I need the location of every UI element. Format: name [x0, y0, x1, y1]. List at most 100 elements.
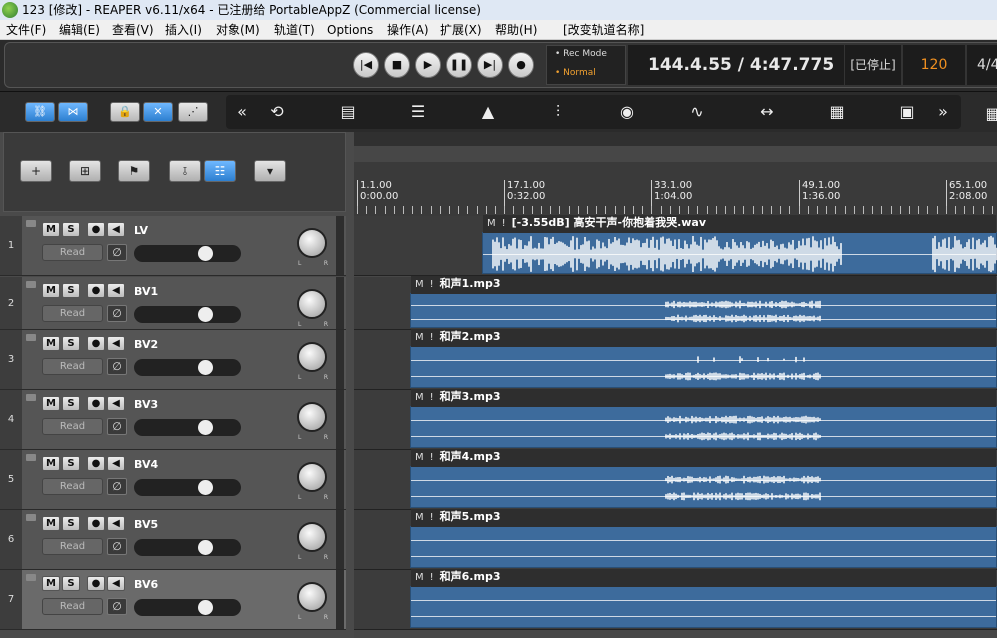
undo-history-icon[interactable]: ⟲ [264, 100, 290, 124]
automation-mode-button[interactable]: Read [42, 305, 103, 322]
record-arm-button[interactable]: ● [87, 456, 105, 471]
theme-palette-icon[interactable]: ◉ [614, 100, 640, 124]
fader-knob[interactable] [198, 360, 213, 375]
render-icon[interactable]: ▣ [894, 100, 920, 124]
track-row[interactable]: 6 M S ● ◀ BV5 Read ∅ LR [0, 510, 346, 570]
folder-icon[interactable] [26, 281, 36, 288]
menu-edit[interactable]: 编辑(E) [59, 20, 100, 40]
track-name[interactable]: BV2 [134, 338, 158, 351]
rec-mode-normal[interactable]: • Normal [555, 68, 596, 78]
monitor-button[interactable]: ◀ [107, 456, 125, 471]
monitor-button[interactable]: ◀ [107, 222, 125, 237]
grouping-icon[interactable]: ✕ [143, 102, 173, 122]
item-title[interactable]: M! 和声4.mp3 [411, 449, 996, 467]
track-number[interactable]: 4 [0, 390, 22, 449]
mute-button[interactable]: M [42, 396, 60, 411]
routing-icon[interactable]: ⫱ [169, 160, 201, 182]
media-item[interactable]: M! 和声6.mp3 [410, 569, 997, 628]
folder-icon[interactable] [26, 220, 36, 227]
menu-insert[interactable]: 插入(I) [165, 20, 202, 40]
pan-knob[interactable] [297, 462, 327, 492]
volume-fader[interactable] [134, 599, 241, 616]
folder-icon[interactable] [26, 574, 36, 581]
menu-actions[interactable]: 操作(A) [387, 20, 429, 40]
fader-knob[interactable] [198, 480, 213, 495]
folder-icon[interactable] [26, 334, 36, 341]
waveform-icon[interactable]: ∿ [684, 100, 710, 124]
track-number[interactable]: 2 [0, 277, 22, 329]
track-number[interactable]: 3 [0, 330, 22, 389]
item-mute[interactable]: M [487, 218, 496, 229]
automation-mode-button[interactable]: Read [42, 418, 103, 435]
mute-button[interactable]: M [42, 576, 60, 591]
folder-icon[interactable] [26, 454, 36, 461]
phase-invert-button[interactable]: ∅ [107, 478, 127, 495]
item-title[interactable]: M! 和声2.mp3 [411, 329, 996, 347]
automation-mode-button[interactable]: Read [42, 598, 103, 615]
media-item[interactable]: M! 和声1.mp3 [410, 276, 997, 328]
automation-mode-button[interactable]: Read [42, 244, 103, 261]
folder-icon[interactable] [26, 514, 36, 521]
volume-fader[interactable] [134, 539, 241, 556]
automation-mode-button[interactable]: Read [42, 358, 103, 375]
record-arm-button[interactable]: ● [87, 222, 105, 237]
fader-knob[interactable] [198, 246, 213, 261]
crossfade-icon[interactable]: ⋈ [58, 102, 88, 122]
tempo-display[interactable]: 120 [903, 45, 965, 85]
item-title[interactable]: M! [-3.55dB] 高安干声-你抱着我哭.wav [483, 215, 996, 233]
fader-knob[interactable] [198, 540, 213, 555]
mute-button[interactable]: M [42, 222, 60, 237]
collapse-toolbar-icon[interactable]: « [229, 100, 255, 124]
track-row[interactable]: 4 M S ● ◀ BV3 Read ∅ LR [0, 390, 346, 450]
media-item[interactable]: M! 和声4.mp3 [410, 449, 997, 508]
track-number[interactable]: 5 [0, 450, 22, 509]
track-name[interactable]: LV [134, 224, 148, 237]
menu-options[interactable]: Options [327, 20, 373, 40]
midi-grid-icon[interactable]: ▦ [824, 100, 850, 124]
volume-fader[interactable] [134, 479, 241, 496]
item-title[interactable]: M! 和声1.mp3 [411, 276, 996, 294]
solo-button[interactable]: S [62, 396, 80, 411]
folder-icon[interactable] [26, 394, 36, 401]
track-name[interactable]: BV4 [134, 458, 158, 471]
go-to-end-button[interactable]: ▶| [477, 52, 503, 78]
track-number[interactable]: 7 [0, 570, 22, 629]
volume-fader[interactable] [134, 359, 241, 376]
solo-button[interactable]: S [62, 283, 80, 298]
stop-button[interactable]: ■ [384, 52, 410, 78]
item-mute[interactable]: M [415, 279, 424, 290]
phase-invert-button[interactable]: ∅ [107, 418, 127, 435]
track-name[interactable]: BV3 [134, 398, 158, 411]
fader-knob[interactable] [198, 420, 213, 435]
phase-invert-button[interactable]: ∅ [107, 538, 127, 555]
phase-invert-button[interactable]: ∅ [107, 244, 127, 261]
record-arm-button[interactable]: ● [87, 283, 105, 298]
menu-help[interactable]: 帮助(H) [495, 20, 537, 40]
menu-file[interactable]: 文件(F) [6, 20, 46, 40]
time-signature-display[interactable]: 4/4 [967, 45, 997, 85]
fader-knob[interactable] [198, 307, 213, 322]
item-title[interactable]: M! 和声6.mp3 [411, 569, 996, 587]
item-mute[interactable]: M [415, 332, 424, 343]
track-row[interactable]: 7 M S ● ◀ BV6 Read ∅ LR [0, 570, 346, 630]
item-mute[interactable]: M [415, 452, 424, 463]
track-number[interactable]: 1 [0, 216, 22, 275]
lock-icon[interactable]: 🔒 [110, 102, 140, 122]
pan-knob[interactable] [297, 522, 327, 552]
item-title[interactable]: M! 和声3.mp3 [411, 389, 996, 407]
mute-button[interactable]: M [42, 516, 60, 531]
fader-knob[interactable] [198, 600, 213, 615]
go-to-start-button[interactable]: |◀ [353, 52, 379, 78]
media-item[interactable]: M! 和声2.mp3 [410, 329, 997, 388]
ripple-link-icon[interactable]: ⛓ [25, 102, 55, 122]
volume-fader[interactable] [134, 306, 241, 323]
mixer-icon[interactable]: ⫶ [545, 100, 571, 124]
automation-mode-button[interactable]: Read [42, 538, 103, 555]
tcp-menu-icon[interactable]: ▾ [254, 160, 286, 182]
menu-extensions[interactable]: 扩展(X) [440, 20, 482, 40]
record-arm-button[interactable]: ● [87, 516, 105, 531]
pan-knob[interactable] [297, 342, 327, 372]
folder-track-icon[interactable]: ⊞ [69, 160, 101, 182]
monitor-button[interactable]: ◀ [107, 576, 125, 591]
menu-item[interactable]: 对象(M) [216, 20, 260, 40]
